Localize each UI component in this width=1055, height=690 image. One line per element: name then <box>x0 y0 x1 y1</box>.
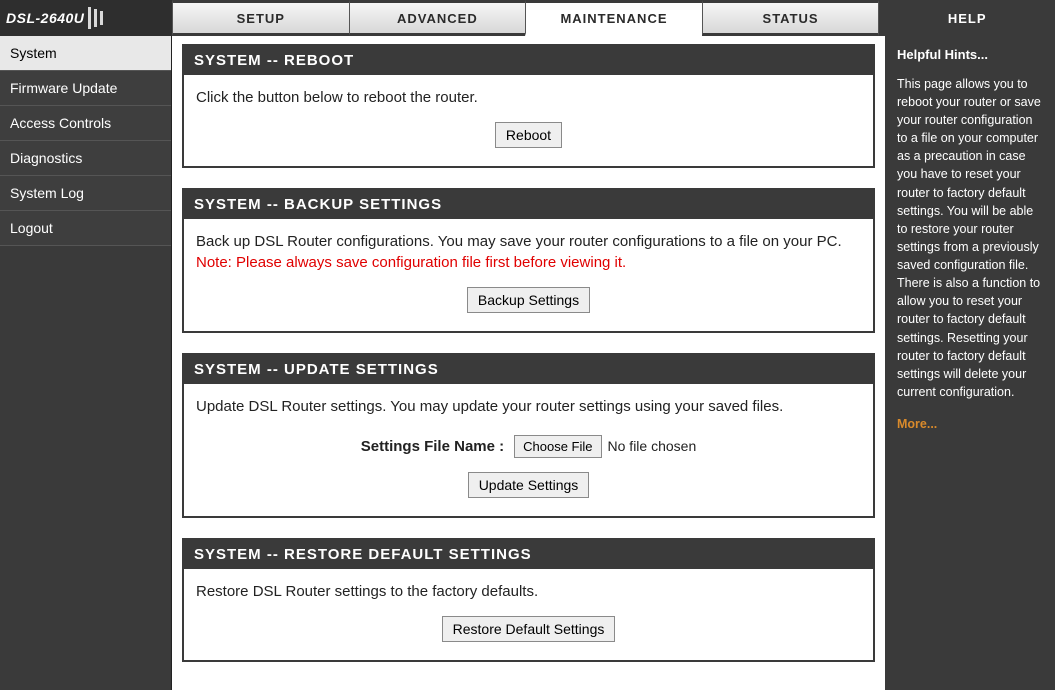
panel-update: SYSTEM -- UPDATE SETTINGS Update DSL Rou… <box>182 353 875 518</box>
panel-update-desc: Update DSL Router settings. You may upda… <box>196 396 861 417</box>
sidebar-item-access-controls[interactable]: Access Controls <box>0 106 171 141</box>
sidebar-item-diagnostics[interactable]: Diagnostics <box>0 141 171 176</box>
help-title: Helpful Hints... <box>897 46 1043 65</box>
help-text: This page allows you to reboot your rout… <box>897 75 1043 401</box>
sidebar-item-firmware-update[interactable]: Firmware Update <box>0 71 171 106</box>
panel-backup-title: SYSTEM -- BACKUP SETTINGS <box>184 190 873 219</box>
panel-restore-title: SYSTEM -- RESTORE DEFAULT SETTINGS <box>184 540 873 569</box>
sidebar-item-system[interactable]: System <box>0 36 171 71</box>
panel-reboot-title: SYSTEM -- REBOOT <box>184 46 873 75</box>
panel-backup-desc: Back up DSL Router configurations. You m… <box>196 231 861 252</box>
top-bar: DSL-2640U SETUP ADVANCED MAINTENANCE STA… <box>0 0 1055 36</box>
main-content: SYSTEM -- REBOOT Click the button below … <box>172 36 885 690</box>
file-chosen-status: No file chosen <box>608 437 697 457</box>
panel-update-title: SYSTEM -- UPDATE SETTINGS <box>184 355 873 384</box>
logo-bars-icon <box>88 7 103 29</box>
logo-model: DSL-2640U <box>6 10 84 26</box>
reboot-button[interactable]: Reboot <box>495 122 562 148</box>
panel-reboot: SYSTEM -- REBOOT Click the button below … <box>182 44 875 168</box>
panel-restore-desc: Restore DSL Router settings to the facto… <box>196 581 861 602</box>
sidebar-item-logout[interactable]: Logout <box>0 211 171 246</box>
tab-maintenance[interactable]: MAINTENANCE <box>525 0 702 36</box>
help-more-link[interactable]: More... <box>897 415 937 433</box>
update-settings-button[interactable]: Update Settings <box>468 472 590 498</box>
settings-file-label: Settings File Name : <box>361 436 504 457</box>
tab-status[interactable]: STATUS <box>702 0 879 36</box>
help-column: Helpful Hints... This page allows you to… <box>885 36 1055 690</box>
tab-help[interactable]: HELP <box>878 0 1055 36</box>
tab-advanced[interactable]: ADVANCED <box>349 0 526 36</box>
restore-default-button[interactable]: Restore Default Settings <box>442 616 616 642</box>
panel-restore: SYSTEM -- RESTORE DEFAULT SETTINGS Resto… <box>182 538 875 662</box>
choose-file-button[interactable]: Choose File <box>514 435 601 458</box>
backup-settings-button[interactable]: Backup Settings <box>467 287 590 313</box>
logo: DSL-2640U <box>0 0 172 36</box>
panel-backup-note: Note: Please always save configuration f… <box>196 252 861 273</box>
sidebar-item-system-log[interactable]: System Log <box>0 176 171 211</box>
panel-reboot-desc: Click the button below to reboot the rou… <box>196 87 861 108</box>
panel-backup: SYSTEM -- BACKUP SETTINGS Back up DSL Ro… <box>182 188 875 333</box>
sidebar: System Firmware Update Access Controls D… <box>0 36 172 690</box>
tab-setup[interactable]: SETUP <box>172 0 349 36</box>
